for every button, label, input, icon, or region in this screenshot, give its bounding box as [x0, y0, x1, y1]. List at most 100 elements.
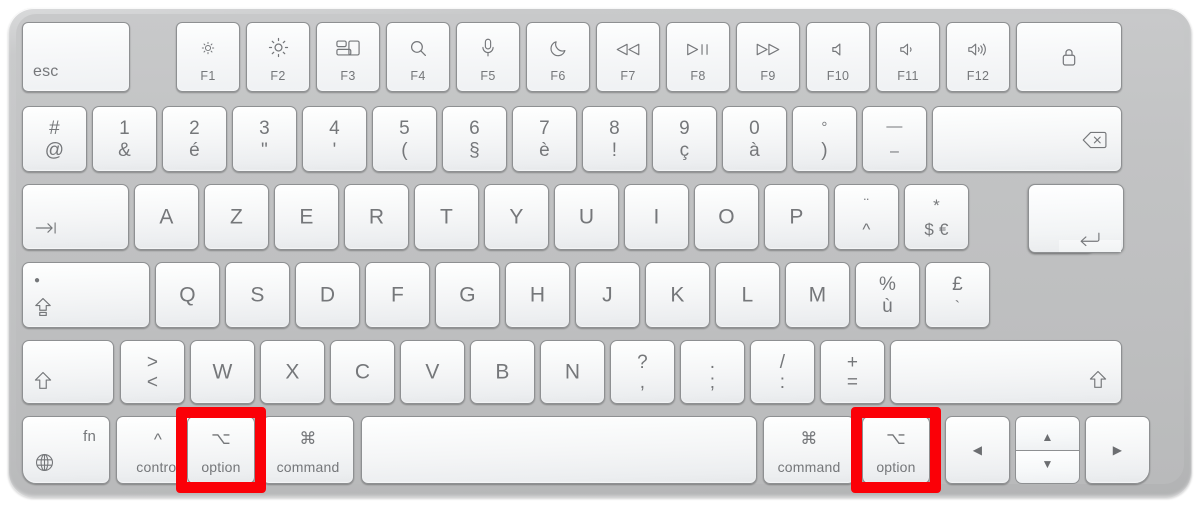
key-f5[interactable]: F5 — [456, 22, 520, 92]
key-x[interactable]: X — [260, 340, 325, 404]
key-f7-label: F7 — [620, 68, 636, 83]
key-8-lower: ! — [611, 140, 618, 162]
key-v[interactable]: V — [400, 340, 465, 404]
space-bar[interactable] — [361, 416, 757, 484]
key-shift-right[interactable] — [890, 340, 1122, 404]
key-delete[interactable] — [932, 106, 1122, 172]
key-7-egrave[interactable]: 7 è — [512, 106, 577, 172]
key-z[interactable]: Z — [204, 184, 269, 250]
option-glyph-right: ⌥ — [886, 429, 906, 448]
key-a[interactable]: A — [134, 184, 199, 250]
key-touch-id[interactable] — [1016, 22, 1122, 92]
key-hash-at[interactable]: # @ — [22, 106, 87, 172]
key-greater-less[interactable]: > < — [120, 340, 185, 404]
key-e[interactable]: E — [274, 184, 339, 250]
key-c[interactable]: C — [330, 340, 395, 404]
key-g[interactable]: G — [435, 262, 500, 328]
key-k[interactable]: K — [645, 262, 710, 328]
arrow-updown-key-pair[interactable]: ▲ ▼ — [1015, 416, 1080, 484]
key-period-semicolon[interactable]: . ; — [680, 340, 745, 404]
arrow-up-key[interactable]: ▲ — [1015, 416, 1080, 450]
key-return[interactable] — [1028, 184, 1124, 306]
brightness-low-icon — [177, 39, 239, 57]
key-asterisk-dollar-euro[interactable]: * $ € — [904, 184, 969, 250]
media-rewind-icon — [597, 43, 659, 56]
key-f4[interactable]: F4 — [386, 22, 450, 92]
key-u[interactable]: U — [554, 184, 619, 250]
arrow-down-key[interactable]: ▼ — [1015, 450, 1080, 484]
key-i[interactable]: I — [624, 184, 689, 250]
key-f12[interactable]: F12 — [946, 22, 1010, 92]
key-w[interactable]: W — [190, 340, 255, 404]
key-l[interactable]: L — [715, 262, 780, 328]
key-w-label: W — [212, 360, 233, 384]
key-h-label: H — [529, 283, 546, 307]
key-5-parenleft[interactable]: 5 ( — [372, 106, 437, 172]
key-f1[interactable]: F1 — [176, 22, 240, 92]
key-e-label: E — [299, 205, 314, 229]
command-key-left[interactable]: ⌘ command — [262, 416, 354, 484]
key-f9[interactable]: F9 — [736, 22, 800, 92]
key-f8[interactable]: F8 — [666, 22, 730, 92]
key-d[interactable]: D — [295, 262, 360, 328]
key-m[interactable]: M — [785, 262, 850, 328]
key-plus-upper: + — [846, 351, 859, 373]
key-esc[interactable]: esc — [22, 22, 130, 92]
key-f6[interactable]: F6 — [526, 22, 590, 92]
key-slash-colon[interactable]: / : — [750, 340, 815, 404]
key-j[interactable]: J — [575, 262, 640, 328]
key-degree-parenright[interactable]: ° ) — [792, 106, 857, 172]
key-tab[interactable] — [22, 184, 129, 250]
arrow-right-key[interactable]: ▶ — [1085, 416, 1150, 484]
key-plus-equals[interactable]: + = — [820, 340, 885, 404]
key-h[interactable]: H — [505, 262, 570, 328]
key-f10[interactable]: F10 — [806, 22, 870, 92]
key-q[interactable]: Q — [155, 262, 220, 328]
key-underscore-upper: — — [886, 118, 903, 136]
key-f11[interactable]: F11 — [876, 22, 940, 92]
magic-keyboard-image: esc F1 F2 F3 F4 F5 F6 F7 F8 F9 F10 F11 F… — [0, 0, 1200, 505]
key-shift-left[interactable] — [22, 340, 114, 404]
key-0-agrave[interactable]: 0 à — [722, 106, 787, 172]
key-3-quote[interactable]: 3 " — [232, 106, 297, 172]
option-key-right[interactable]: ⌥ option — [862, 416, 930, 484]
key-t[interactable]: T — [414, 184, 479, 250]
key-2-eacute[interactable]: 2 é — [162, 106, 227, 172]
option-key-left[interactable]: ⌥ option — [187, 416, 255, 484]
command-glyph-right: ⌘ — [800, 429, 818, 448]
key-f3[interactable]: F3 — [316, 22, 380, 92]
key-q-label: Q — [179, 283, 196, 307]
key-f[interactable]: F — [365, 262, 430, 328]
key-f7[interactable]: F7 — [596, 22, 660, 92]
key-underscore-minus[interactable]: — – — [862, 106, 927, 172]
key-o[interactable]: O — [694, 184, 759, 250]
delete-backspace-icon — [1082, 131, 1107, 149]
key-fn-globe[interactable]: fn — [22, 416, 110, 484]
key-n[interactable]: N — [540, 340, 605, 404]
command-key-right[interactable]: ⌘ command — [763, 416, 855, 484]
key-y[interactable]: Y — [484, 184, 549, 250]
key-6-section[interactable]: 6 § — [442, 106, 507, 172]
volume-down-icon — [877, 42, 939, 57]
key-diaeresis-circumflex[interactable]: ¨ ^ — [834, 184, 899, 250]
key-t-label: T — [439, 205, 454, 229]
key-sterling-grave[interactable]: £ ` — [925, 262, 990, 328]
key-s[interactable]: S — [225, 262, 290, 328]
mission-control-icon — [317, 40, 379, 56]
arrow-up-icon: ▲ — [1041, 430, 1054, 444]
key-question-comma[interactable]: ? , — [610, 340, 675, 404]
key-r[interactable]: R — [344, 184, 409, 250]
key-p[interactable]: P — [764, 184, 829, 250]
arrow-left-key[interactable]: ◀ — [945, 416, 1010, 484]
key-8-exclam[interactable]: 8 ! — [582, 106, 647, 172]
key-caps-lock[interactable]: ● — [22, 262, 150, 328]
key-4-apostrophe[interactable]: 4 ' — [302, 106, 367, 172]
key-f2[interactable]: F2 — [246, 22, 310, 92]
key-percent-ugrave[interactable]: % ù — [855, 262, 920, 328]
key-b-label: B — [495, 360, 510, 384]
key-b[interactable]: B — [470, 340, 535, 404]
key-9-ccedilla[interactable]: 9 ç — [652, 106, 717, 172]
globe-icon — [35, 453, 54, 472]
spotlight-search-icon — [387, 39, 449, 58]
key-1-ampersand[interactable]: 1 & — [92, 106, 157, 172]
